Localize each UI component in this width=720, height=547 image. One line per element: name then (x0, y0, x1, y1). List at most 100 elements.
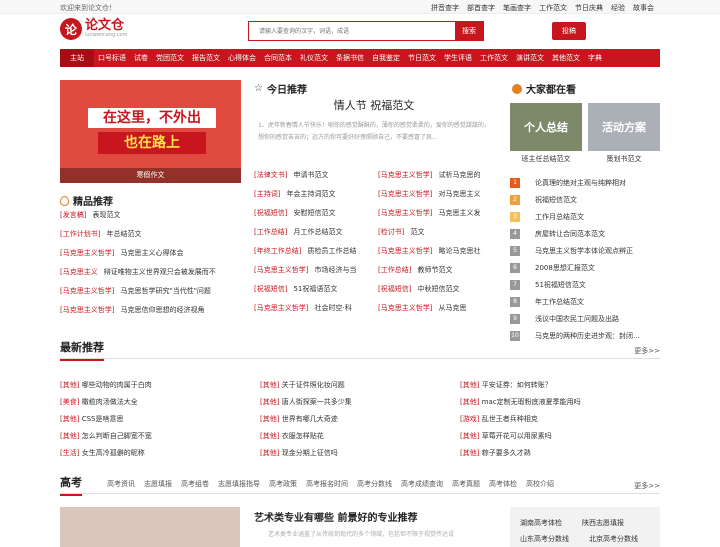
list-item[interactable]: [其他] 现金分期上征信吗 (260, 448, 450, 465)
list-item[interactable]: [马克思主义哲学] 对马克思主义 (378, 189, 496, 208)
gaokao-tab[interactable]: 高考成绩查询 (401, 479, 443, 489)
site-logo[interactable]: 论 论文仓 lunwencang.com (60, 18, 128, 40)
today-article-title[interactable]: 情人节 祝福范文 (254, 97, 494, 113)
list-item[interactable]: [祝福短信] 中秋短信范文 (378, 284, 496, 303)
list-item[interactable]: [马克思主义哲学] 略论马克思社 (378, 246, 496, 265)
rank-item[interactable]: 2 祝福短信范文 (510, 191, 660, 208)
gaokao-tab[interactable]: 高考资讯 (107, 479, 135, 489)
rank-item[interactable]: 7 51祝福短信范文 (510, 276, 660, 293)
list-item[interactable]: [马克思主义哲学] 马克思哲学研究"当代性"问题 (60, 286, 242, 305)
list-item[interactable]: [法律文书] 申请书范文 (254, 170, 374, 189)
list-item[interactable]: [其他] 草莓开花可以用尿素吗 (460, 431, 660, 448)
gaokao-tab[interactable]: 高校介绍 (526, 479, 554, 489)
list-item[interactable]: [其他] 怎么判断自己脚宽不宽 (60, 431, 250, 448)
gaokao-tab[interactable]: 高考真题 (452, 479, 480, 489)
top-link-story[interactable]: 故事会 (633, 3, 654, 13)
gaokao-tab[interactable]: 高考报名时间 (306, 479, 348, 489)
nav-item[interactable]: 字典 (584, 53, 606, 63)
nav-item[interactable]: 心得体会 (224, 53, 260, 63)
latest-more-link[interactable]: 更多>> (634, 346, 660, 356)
nav-item[interactable]: 党团范文 (152, 53, 188, 63)
nav-item[interactable]: 其他范文 (548, 53, 584, 63)
top-link-pinyin[interactable]: 拼音查字 (431, 3, 459, 13)
list-item[interactable]: [美食] 橄榄肉汤做法大全 (60, 397, 250, 414)
gaokao-feature-image[interactable] (60, 507, 240, 547)
thumb-card[interactable]: 个人总结 班主任总结范文 (510, 103, 582, 167)
top-link-bihua[interactable]: 笔画查字 (503, 3, 531, 13)
banner[interactable]: 在这里，不外出 也在路上 寒假作文 (60, 80, 241, 183)
top-link-work[interactable]: 工作范文 (539, 3, 567, 13)
top-link-experience[interactable]: 经验 (611, 3, 625, 13)
gaokao-tab[interactable]: 高考政策 (269, 479, 297, 489)
list-item[interactable]: [马克思主义哲学] 马克思主义发 (378, 208, 496, 227)
rank-item[interactable]: 3 工作月总结范文 (510, 208, 660, 225)
rank-item[interactable]: 8 年工作总结范文 (510, 293, 660, 310)
banner-line-2: 也在路上 (98, 132, 206, 154)
gaokao-tab[interactable]: 高考组卷 (181, 479, 209, 489)
gaokao-tab[interactable]: 高考分数线 (357, 479, 392, 489)
gaokao-feature-title[interactable]: 艺术类专业有哪些 前景好的专业推荐 (254, 509, 417, 524)
gaokao-tab[interactable]: 志愿填报指导 (218, 479, 260, 489)
gaokao-more-link[interactable]: 更多>> (634, 481, 660, 491)
search-button[interactable]: 搜索 (455, 22, 483, 40)
list-item[interactable]: [祝福短信] 安慰短信范文 (254, 208, 374, 227)
gaokao-feature-text: 艺术类专业涵盖了从传统到现代的多个领域，包括但不限于视觉传达设 (268, 531, 455, 538)
list-item[interactable]: [其他] 关于证件照化妆问题 (260, 380, 450, 397)
nav-item[interactable]: 工作范文 (476, 53, 512, 63)
list-item[interactable]: [年终工作总结] 质检员工作总结 (254, 246, 374, 265)
top-link-festival[interactable]: 节日庆典 (575, 3, 603, 13)
nav-item[interactable]: 自我鉴定 (368, 53, 404, 63)
list-item[interactable]: [其他] 世界有哪几大奇迹 (260, 414, 450, 431)
list-item[interactable]: [其他] 衣服怎样贴花 (260, 431, 450, 448)
top-link-bushou[interactable]: 部首查字 (467, 3, 495, 13)
rank-item[interactable]: 5 马克思主义哲学本体论观点辨正 (510, 242, 660, 259)
thumb-card[interactable]: 活动方案 策划书范文 (588, 103, 660, 167)
rank-item[interactable]: 4 房屋转让合同范本范文 (510, 225, 660, 242)
search-input[interactable] (249, 22, 455, 40)
list-item[interactable]: [马克思主义哲学] 试析马克思的 (378, 170, 496, 189)
list-item[interactable]: [其他] CSS是啥意思 (60, 414, 250, 431)
list-item[interactable]: [其他] mac定制无瑕粉底液夏季能用吗 (460, 397, 660, 414)
list-item[interactable]: [祝福短信] 51祝福语范文 (254, 284, 374, 303)
submit-article-button[interactable]: 投稿 (552, 22, 586, 40)
list-item[interactable]: [其他] 平安证券：如何转账？ (460, 380, 660, 397)
rank-item[interactable]: 6 2008思想汇报范文 (510, 259, 660, 276)
nav-item[interactable]: 礼仪范文 (296, 53, 332, 63)
gaokao-link[interactable]: 陕西志愿填报 (582, 518, 624, 528)
gaokao-link[interactable]: 北京高考分数线 (589, 534, 638, 544)
nav-item[interactable]: 条据书信 (332, 53, 368, 63)
thumb-caption[interactable]: 策划书范文 (588, 154, 660, 164)
list-item[interactable]: [检讨书] 范文 (378, 227, 496, 246)
gaokao-tab[interactable]: 高考体检 (489, 479, 517, 489)
list-item[interactable]: [工作总结] 教师节范文 (378, 265, 496, 284)
list-item[interactable]: [其他] 哪些动物的肉属于白肉 (60, 380, 250, 397)
gaokao-link[interactable]: 湖南高考体检 (520, 518, 562, 528)
nav-item[interactable]: 演讲范文 (512, 53, 548, 63)
list-item[interactable]: [其他] 粽子要多久才熟 (460, 448, 660, 465)
list-item[interactable]: [工作总结] 月工作总结范文 (254, 227, 374, 246)
list-item[interactable]: [其他] 唐人街探案一共多少集 (260, 397, 450, 414)
list-item[interactable]: [主持词] 年会主持词范文 (254, 189, 374, 208)
gaokao-link[interactable]: 山东高考分数线 (520, 534, 569, 544)
nav-item[interactable]: 节日范文 (404, 53, 440, 63)
nav-item[interactable]: 试卷 (130, 53, 152, 63)
list-item[interactable]: [工作计划书] 年总结范文 (60, 229, 242, 248)
list-item[interactable]: [马克思主义哲学] 马克思信仰思想的经济视角 (60, 305, 242, 324)
list-item[interactable]: [马克思主义哲学] 市场经济与当 (254, 265, 374, 284)
nav-item[interactable]: 学生评语 (440, 53, 476, 63)
rank-item[interactable]: 9 浅议中国农民工问题及出路 (510, 310, 660, 327)
list-item[interactable]: [马克思主义哲学] 马克思主义心得体会 (60, 248, 242, 267)
rank-item[interactable]: 1 论真理的绝对主观与纯粹相对 (510, 174, 660, 191)
thumb-caption[interactable]: 班主任总结范文 (510, 154, 582, 164)
list-item[interactable]: [游戏] 乱世王者兵种相克 (460, 414, 660, 431)
nav-item[interactable]: 报告范文 (188, 53, 224, 63)
list-item[interactable]: [马克思主义哲学] 从马克思 (378, 303, 496, 322)
list-item[interactable]: [马克思主义哲学] 社会时空·科 (254, 303, 374, 322)
list-item[interactable]: [马克思主义 辩证唯物主义世界观只会被发展而不 (60, 267, 242, 286)
nav-item-home[interactable]: 主站 (60, 49, 94, 67)
nav-item[interactable]: 合同范本 (260, 53, 296, 63)
list-item[interactable]: [生活] 女生高冷孤僻的昵称 (60, 448, 250, 465)
gaokao-tab[interactable]: 志愿填报 (144, 479, 172, 489)
list-item[interactable]: [发言稿] 表现范文 (60, 210, 242, 229)
nav-item[interactable]: 口号标语 (94, 53, 130, 63)
